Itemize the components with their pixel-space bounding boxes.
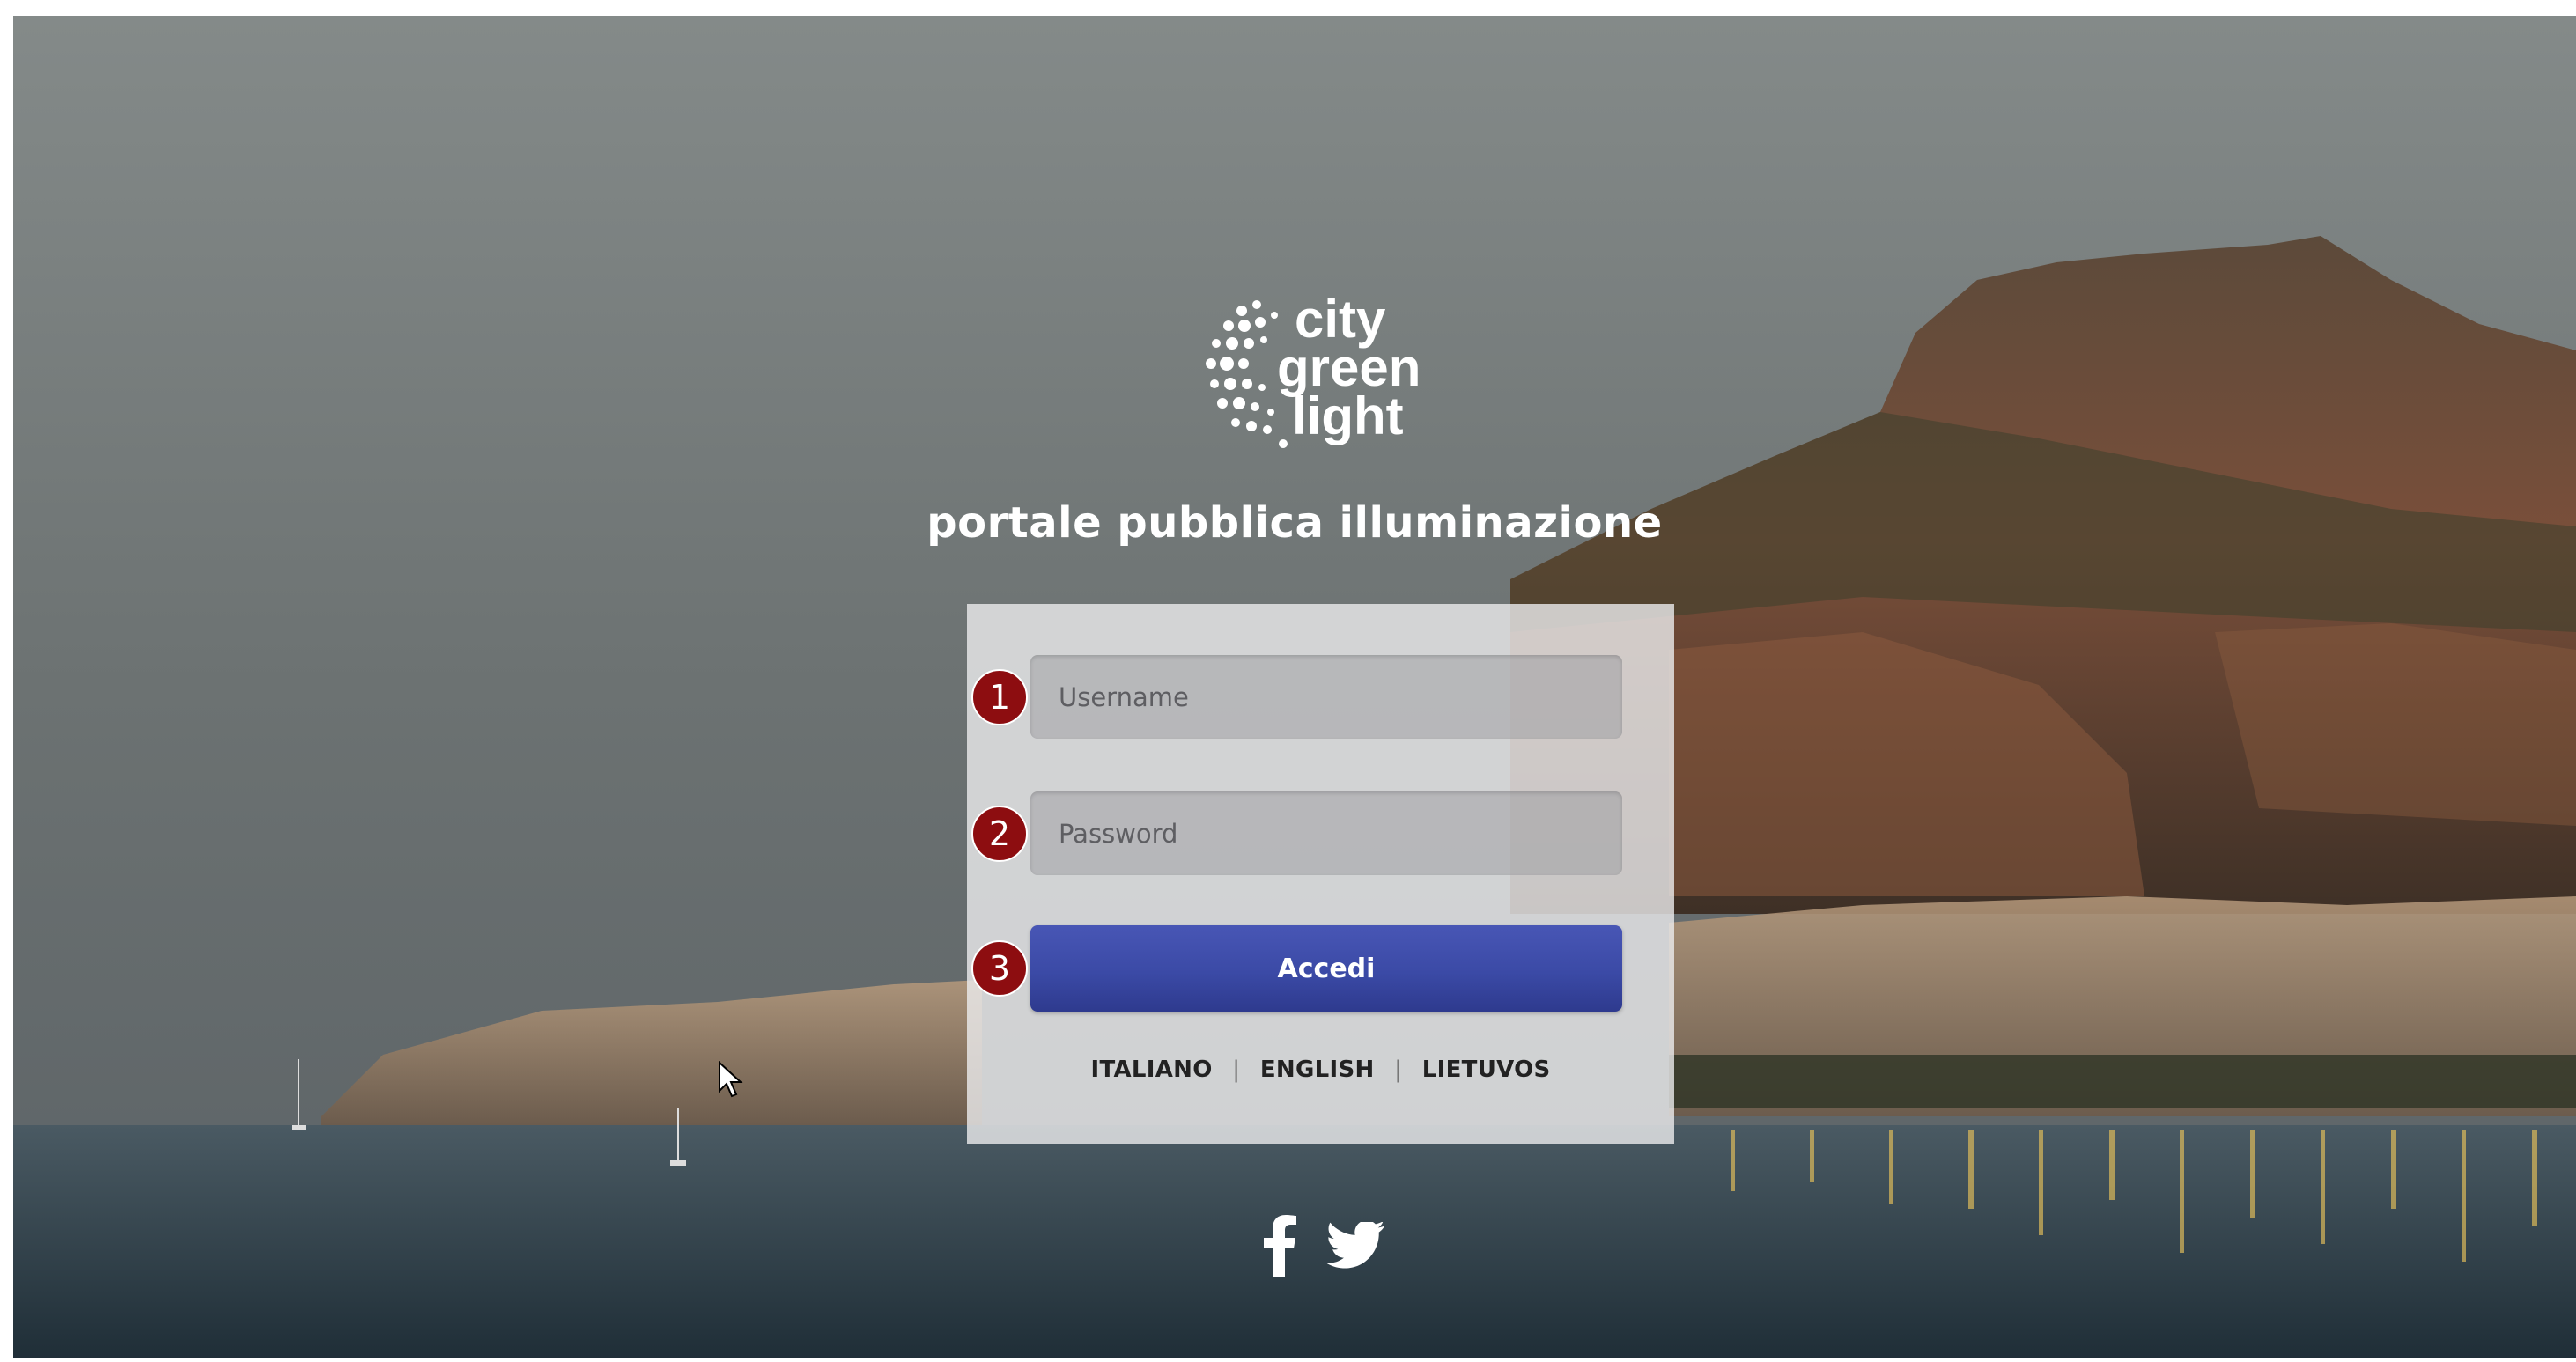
facebook-icon[interactable] <box>1262 1215 1297 1277</box>
step-badge-3: 3 <box>971 940 1028 997</box>
step-badge-1: 1 <box>971 669 1028 725</box>
language-separator: | <box>1394 1056 1403 1083</box>
username-field-wrapper <box>1030 655 1622 739</box>
username-input[interactable] <box>1030 655 1622 739</box>
language-link-english[interactable]: ENGLISH <box>1260 1056 1375 1083</box>
twitter-icon[interactable] <box>1325 1222 1387 1275</box>
language-selector: ITALIANO | ENGLISH | LIETUVOS <box>967 1056 1674 1083</box>
language-link-italiano[interactable]: ITALIANO <box>1090 1056 1212 1083</box>
language-link-lietuvos[interactable]: LIETUVOS <box>1422 1056 1551 1083</box>
login-page: city green light portale pubblica illumi… <box>13 16 2576 1358</box>
password-input[interactable] <box>1030 791 1622 875</box>
language-separator: | <box>1232 1056 1241 1083</box>
mouse-cursor-icon <box>719 1061 743 1098</box>
login-button[interactable]: Accedi <box>1030 925 1622 1012</box>
city-green-light-logo: city green light <box>1193 280 1458 465</box>
logo-word-light: light <box>1292 387 1404 445</box>
login-panel: 1 2 3 Accedi ITALIANO | ENGLISH | LIETUV… <box>967 604 1674 1144</box>
step-badge-2: 2 <box>971 806 1028 862</box>
page-title: portale pubblica illuminazione <box>926 498 1663 548</box>
password-field-wrapper <box>1030 791 1622 875</box>
